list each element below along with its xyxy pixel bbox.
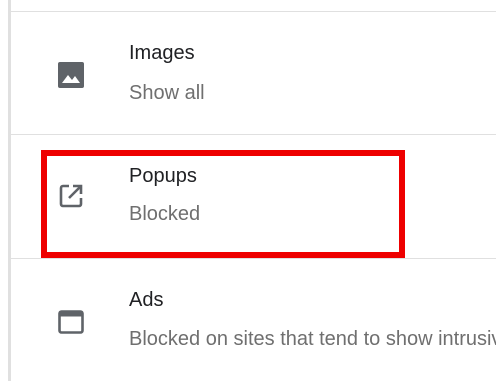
settings-item-title: Ads (129, 289, 164, 311)
settings-item-subtitle: Blocked on sites that tend to show intru… (129, 328, 496, 350)
site-settings-page: Images Show all Popups Blocked Ads Block… (0, 0, 496, 381)
settings-item-images[interactable]: Images Show all (11, 12, 496, 134)
settings-item-title: Images (129, 42, 195, 64)
highlight-box (41, 150, 405, 258)
web-asset-icon (58, 309, 84, 335)
settings-item-subtitle: Show all (129, 82, 205, 104)
settings-item-ads[interactable]: Ads Blocked on sites that tend to show i… (11, 259, 496, 381)
image-icon (58, 62, 84, 88)
